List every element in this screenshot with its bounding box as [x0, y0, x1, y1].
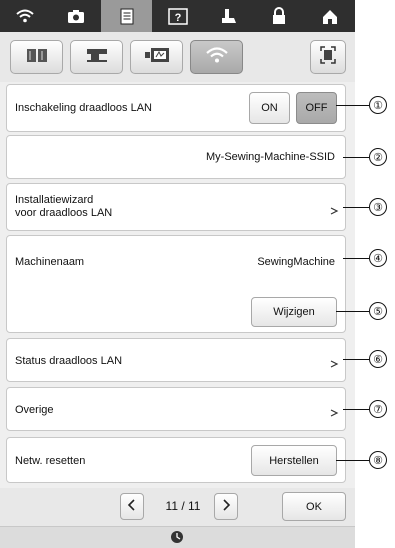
top-tab-bar: ? — [0, 0, 355, 32]
callout-line — [343, 157, 369, 158]
machine-name-label: Machinenaam — [15, 256, 85, 268]
tab-general[interactable] — [10, 40, 63, 74]
svg-text:?: ? — [174, 12, 181, 24]
machine-name-row: Machinenaam SewingMachine Wijzigen — [6, 235, 346, 333]
tab-presser-foot[interactable] — [203, 0, 254, 32]
callout-2: ② — [369, 148, 387, 166]
help-icon: ? — [167, 7, 188, 25]
arrow-right-icon — [329, 356, 339, 368]
wireless-on-button[interactable]: ON — [249, 92, 290, 124]
reset-button[interactable]: Herstellen — [251, 445, 337, 476]
camera-icon — [67, 9, 85, 24]
arrow-right-icon — [329, 405, 339, 417]
tab-camera[interactable] — [51, 0, 102, 32]
ssid-row: My-Sewing-Machine-SSID — [6, 135, 346, 179]
arrow-right-icon — [329, 203, 339, 215]
prev-page-button[interactable] — [120, 493, 144, 520]
book-icon — [26, 47, 48, 68]
callout-4: ④ — [369, 249, 387, 267]
lock-icon — [271, 7, 287, 25]
sewing-machine-icon — [85, 47, 109, 68]
other-label: Overige — [15, 404, 54, 416]
page-indicator: 11 / 11 — [165, 499, 201, 513]
setup-wizard-label-line1: Installatiewizard — [15, 194, 94, 206]
settings-category-tabs — [0, 32, 355, 82]
network-reset-label: Netw. resetten — [15, 455, 86, 467]
callout-line — [336, 460, 369, 461]
callout-6: ⑥ — [369, 350, 387, 368]
tab-lock[interactable] — [254, 0, 305, 32]
wireless-off-button[interactable]: OFF — [296, 92, 337, 124]
chevron-left-icon — [127, 499, 137, 514]
callout-line — [343, 359, 369, 360]
bottom-status-bar — [0, 526, 355, 548]
wifi-icon — [15, 8, 35, 24]
callout-line — [336, 311, 369, 312]
ssid-value: My-Sewing-Machine-SSID — [206, 151, 335, 163]
callout-line — [343, 207, 369, 208]
presser-foot-icon — [219, 8, 237, 25]
tab-home[interactable] — [304, 0, 355, 32]
wlan-status-row[interactable]: Status draadloos LAN — [6, 338, 346, 382]
callout-line — [343, 258, 369, 259]
ok-button[interactable]: OK — [282, 492, 346, 521]
callout-1: ① — [369, 96, 387, 114]
document-icon — [120, 8, 134, 25]
clock-icon — [170, 530, 184, 548]
callout-7: ⑦ — [369, 400, 387, 418]
pagination-bar: 11 / 11 OK — [0, 488, 355, 526]
network-reset-row: Netw. resetten Herstellen — [6, 437, 346, 483]
tab-embroidery[interactable] — [130, 40, 183, 74]
machine-name-value: SewingMachine — [257, 256, 335, 268]
tab-settings[interactable] — [101, 0, 153, 32]
callout-line — [336, 105, 369, 106]
wireless-lan-row: Inschakeling draadloos LAN ON OFF — [6, 84, 346, 132]
callout-line — [343, 409, 369, 410]
home-icon — [321, 8, 339, 25]
setup-wizard-label-line2: voor draadloos LAN — [15, 207, 113, 219]
wifi-icon — [204, 46, 230, 69]
change-name-button[interactable]: Wijzigen — [251, 297, 337, 327]
tab-sewing[interactable] — [70, 40, 123, 74]
chevron-right-icon — [221, 499, 231, 514]
tab-help[interactable]: ? — [152, 0, 203, 32]
tab-wireless[interactable] — [190, 40, 243, 74]
tab-wifi[interactable] — [0, 0, 51, 32]
next-page-button[interactable] — [214, 493, 238, 520]
setup-wizard-row[interactable]: Installatiewizard voor draadloos LAN — [6, 183, 346, 231]
other-row[interactable]: Overige — [6, 387, 346, 431]
screen-capture-button[interactable] — [310, 40, 346, 74]
wireless-lan-label: Inschakeling draadloos LAN — [15, 102, 152, 114]
callout-5: ⑤ — [369, 302, 387, 320]
screen-capture-icon — [320, 45, 336, 69]
callout-3: ③ — [369, 198, 387, 216]
embroidery-icon — [144, 47, 170, 68]
wlan-status-label: Status draadloos LAN — [15, 355, 123, 367]
callout-8: ⑧ — [369, 451, 387, 469]
settings-screen: ? Inschakeling draadloos LAN ON OFF My-S… — [0, 0, 355, 548]
